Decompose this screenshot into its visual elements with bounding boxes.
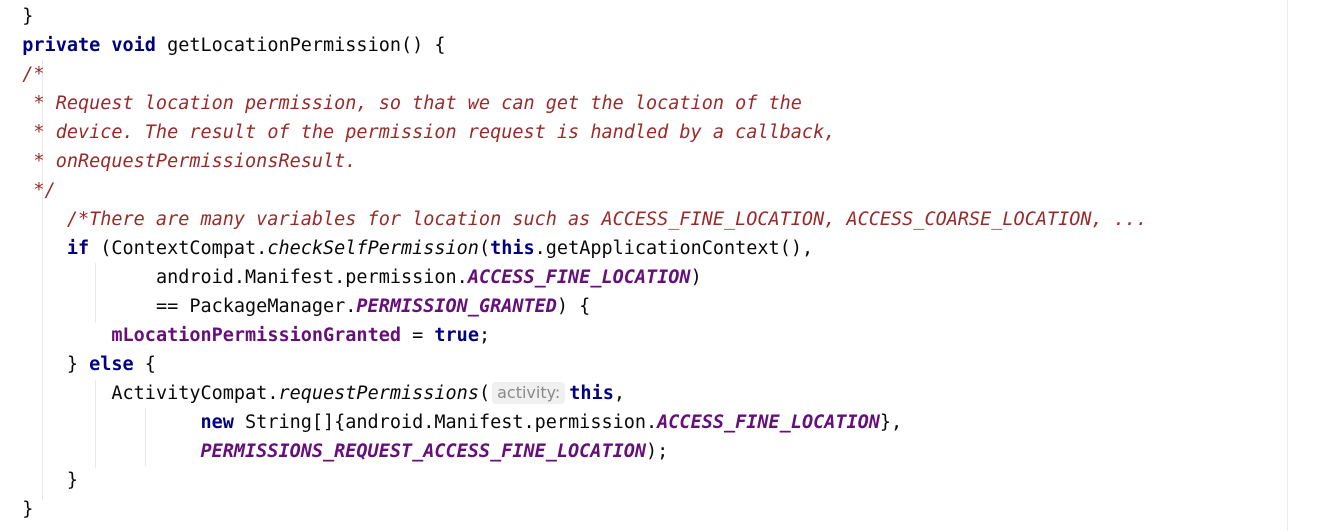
code-line[interactable]: /* xyxy=(0,60,45,89)
code-line[interactable]: ActivityCompat.requestPermissions(activi… xyxy=(0,379,625,408)
code-text: (ContextCompat. xyxy=(89,238,268,259)
code-text: ( xyxy=(478,238,491,259)
method-name: checkSelfPermission xyxy=(267,238,479,259)
code-line[interactable]: } xyxy=(0,2,33,31)
code-text: ) { xyxy=(556,296,591,317)
method-name: requestPermissions xyxy=(278,383,479,404)
keyword: else xyxy=(89,354,134,375)
code-line[interactable]: android.Manifest.permission.ACCESS_FINE_… xyxy=(0,263,702,292)
keyword: this xyxy=(490,238,535,259)
code-line[interactable]: } else { xyxy=(0,350,156,379)
code-text: = xyxy=(400,325,435,346)
code-text: } xyxy=(66,470,78,491)
field: mLocationPermissionGranted xyxy=(111,325,401,346)
keyword: true xyxy=(434,325,479,346)
code-line[interactable]: * onRequestPermissionsResult. xyxy=(0,147,356,176)
keyword: this xyxy=(569,383,614,404)
comment: /*There are many variables for location … xyxy=(66,209,1148,230)
comment: /* xyxy=(22,64,45,85)
keyword: private xyxy=(22,35,101,56)
code-text: .getApplicationContext(), xyxy=(534,238,814,259)
code-text: ); xyxy=(646,441,669,462)
static-constant: ACCESS_FINE_LOCATION xyxy=(657,412,880,433)
code-editor[interactable]: } private void getLocationPermission() {… xyxy=(0,0,1327,531)
keyword: void xyxy=(111,35,156,56)
code-line[interactable]: } xyxy=(0,495,33,524)
comment: * device. The result of the permission r… xyxy=(22,122,836,143)
static-constant: PERMISSION_GRANTED xyxy=(356,296,557,317)
code-text: == PackageManager. xyxy=(155,296,357,317)
code-line[interactable]: PERMISSIONS_REQUEST_ACCESS_FINE_LOCATION… xyxy=(0,437,668,466)
code-line[interactable]: if (ContextCompat.checkSelfPermission(th… xyxy=(0,234,813,263)
code-text: } xyxy=(66,354,90,375)
code-text: } xyxy=(22,6,34,27)
code-line[interactable]: new String[]{android.Manifest.permission… xyxy=(0,408,902,437)
keyword: new xyxy=(200,412,234,433)
code-text: ) xyxy=(690,267,702,288)
code-line[interactable]: * Request location permission, so that w… xyxy=(0,89,802,118)
code-line[interactable]: private void getLocationPermission() { xyxy=(0,31,446,60)
code-text: getLocationPermission() { xyxy=(155,35,446,56)
static-constant: PERMISSIONS_REQUEST_ACCESS_FINE_LOCATION xyxy=(200,441,647,462)
code-line[interactable]: /*There are many variables for location … xyxy=(0,205,1147,234)
code-line[interactable]: } xyxy=(0,466,78,495)
code-text: , xyxy=(613,383,625,404)
code-text: android.Manifest.permission. xyxy=(155,267,468,288)
code-text: ActivityCompat. xyxy=(111,383,279,404)
code-text: } xyxy=(22,499,34,520)
code-text: ; xyxy=(478,325,491,346)
parameter-hint: activity: xyxy=(492,382,566,404)
code-text: { xyxy=(133,354,156,375)
right-margin-guide xyxy=(1287,0,1288,531)
code-line[interactable]: mLocationPermissionGranted = true; xyxy=(0,321,490,350)
comment: * Request location permission, so that w… xyxy=(22,93,802,114)
code-text: ( xyxy=(478,383,491,404)
code-line[interactable]: */ xyxy=(0,176,56,205)
code-line[interactable]: == PackageManager.PERMISSION_GRANTED) { xyxy=(0,292,590,321)
code-line[interactable]: * device. The result of the permission r… xyxy=(0,118,835,147)
comment: */ xyxy=(22,180,56,201)
code-text: String[]{android.Manifest.permission. xyxy=(233,412,658,433)
comment: * onRequestPermissionsResult. xyxy=(22,151,357,172)
keyword: if xyxy=(66,238,90,259)
code-text: }, xyxy=(879,412,903,433)
static-constant: ACCESS_FINE_LOCATION xyxy=(467,267,691,288)
